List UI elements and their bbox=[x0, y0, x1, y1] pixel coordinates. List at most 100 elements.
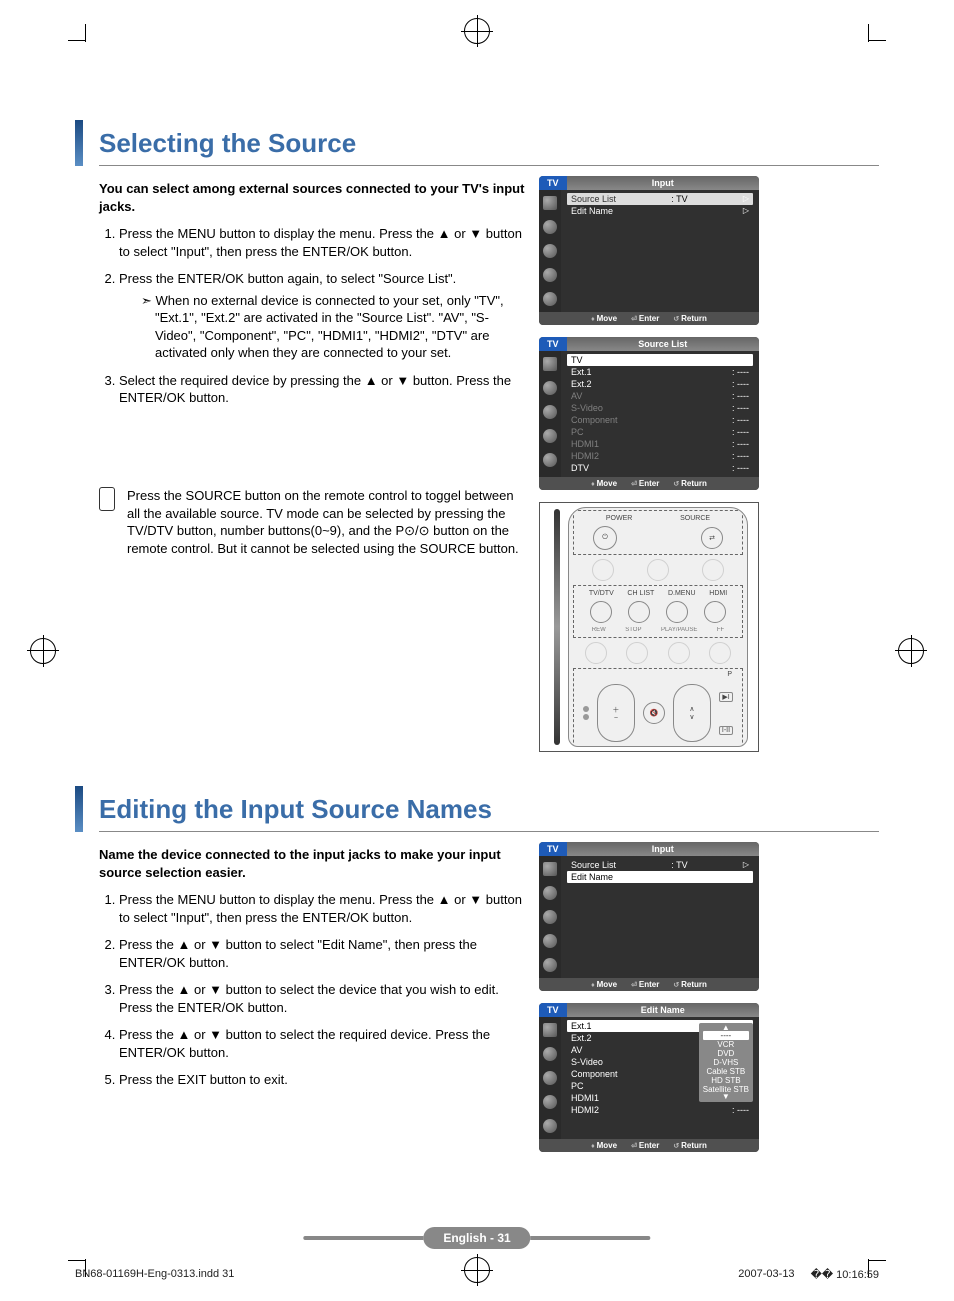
osd-row: S-Video: ---- bbox=[567, 402, 753, 414]
osd-category-icon bbox=[543, 429, 557, 443]
osd-category-icon bbox=[543, 958, 557, 972]
osd-category-icon bbox=[543, 196, 557, 210]
osd-title: Edit Name bbox=[567, 1005, 759, 1015]
osd-row: HDMI2: ---- bbox=[567, 1104, 753, 1116]
osd-row: AV: ---- bbox=[567, 390, 753, 402]
step-item: Press the MENU button to display the men… bbox=[119, 225, 529, 260]
osd-option-item: VCR bbox=[703, 1040, 749, 1049]
osd-row: Edit Name ▷ bbox=[567, 871, 753, 883]
osd-category-icon bbox=[543, 1119, 557, 1133]
hdmi-button-icon bbox=[704, 601, 726, 623]
osd-footer: Move Enter Return bbox=[539, 1139, 759, 1152]
osd-option-item: Cable STB bbox=[703, 1067, 749, 1076]
osd-title: Source List bbox=[567, 339, 759, 349]
osd-category-icon bbox=[543, 1071, 557, 1085]
osd-category-icon bbox=[543, 357, 557, 371]
osd-category-icon bbox=[543, 1047, 557, 1061]
source-icon: ⇄ bbox=[701, 527, 723, 549]
registration-mark-icon bbox=[464, 18, 490, 44]
remote-label-source: SOURCE bbox=[680, 515, 710, 522]
osd-option-item: DVD bbox=[703, 1049, 749, 1058]
osd-tab: TV bbox=[539, 337, 567, 351]
osd-input-panel: TV Input Source List bbox=[539, 842, 759, 991]
osd-title: Input bbox=[567, 844, 759, 854]
osd-option-item: D-VHS bbox=[703, 1058, 749, 1067]
osd-options-popup: ▲ ----VCRDVDD-VHSCable STBHD STBSatellit… bbox=[699, 1023, 753, 1102]
osd-tab: TV bbox=[539, 176, 567, 190]
osd-row: Ext.1: ---- bbox=[567, 366, 753, 378]
osd-category-icon bbox=[543, 886, 557, 900]
osd-option-item: HD STB bbox=[703, 1076, 749, 1085]
osd-row: Ext.2: ---- bbox=[567, 378, 753, 390]
remote-label-chlist: CH LIST bbox=[627, 590, 654, 597]
remote-tip: Press the SOURCE button on the remote co… bbox=[99, 487, 529, 557]
osd-category-icon bbox=[543, 292, 557, 306]
page-number-label: English - 31 bbox=[423, 1227, 530, 1249]
osd-category-icon bbox=[543, 220, 557, 234]
section-title: Selecting the Source bbox=[99, 120, 879, 166]
remote-icon bbox=[99, 487, 115, 511]
step-item: Press the ▲ or ▼ button to select the de… bbox=[119, 981, 529, 1016]
step-item: Press the ENTER/OK button again, to sele… bbox=[119, 270, 529, 362]
header-accent-bar bbox=[75, 120, 83, 166]
osd-row: HDMI2: ---- bbox=[567, 450, 753, 462]
chevron-down-icon: ▼ bbox=[703, 1094, 749, 1100]
osd-footer: Move Enter Return bbox=[539, 312, 759, 325]
dmenu-button-icon bbox=[666, 601, 688, 623]
tvdtv-button-icon bbox=[590, 601, 612, 623]
osd-category-icon bbox=[543, 405, 557, 419]
osd-row: Source List : TV ▷ bbox=[567, 859, 753, 871]
registration-mark-icon bbox=[30, 638, 56, 664]
osd-category-icon bbox=[543, 244, 557, 258]
steps-list: Press the MENU button to display the men… bbox=[99, 225, 529, 407]
registration-mark-icon bbox=[898, 638, 924, 664]
osd-row: TV bbox=[567, 354, 753, 366]
chlist-button-icon bbox=[628, 601, 650, 623]
osd-category-icon bbox=[543, 910, 557, 924]
osd-title: Input bbox=[567, 178, 759, 188]
power-icon: ⏻ bbox=[593, 526, 617, 550]
section-title: Editing the Input Source Names bbox=[99, 786, 879, 832]
osd-row: DTV: ---- bbox=[567, 462, 753, 474]
remote-control-figure: POWER SOURCE ⏻ ⇄ TV/ bbox=[539, 502, 759, 752]
osd-category-icon bbox=[543, 862, 557, 876]
osd-row: Edit Name ▷ bbox=[567, 205, 753, 217]
remote-label-hdmi: HDMI bbox=[709, 590, 727, 597]
mute-icon: 🔇 bbox=[643, 702, 665, 724]
osd-category-icon bbox=[543, 1023, 557, 1037]
osd-footer: Move Enter Return bbox=[539, 978, 759, 991]
osd-category-icon bbox=[543, 1095, 557, 1109]
osd-footer: Move Enter Return bbox=[539, 477, 759, 490]
osd-category-icon bbox=[543, 381, 557, 395]
remote-label-tvdtv: TV/DTV bbox=[589, 590, 614, 597]
step-item: Press the EXIT button to exit. bbox=[119, 1071, 529, 1089]
osd-row: HDMI1: ---- bbox=[567, 438, 753, 450]
osd-category-icon bbox=[543, 268, 557, 282]
steps-list: Press the MENU button to display the men… bbox=[99, 891, 529, 1089]
step-item: Press the ▲ or ▼ button to select "Edit … bbox=[119, 936, 529, 971]
step-item: Select the required device by pressing t… bbox=[119, 372, 529, 407]
channel-rocker-icon: ∧∨ bbox=[673, 684, 711, 742]
osd-category-icon bbox=[543, 934, 557, 948]
volume-rocker-icon: ＋− bbox=[597, 684, 635, 742]
step-item: Press the MENU button to display the men… bbox=[119, 891, 529, 926]
remote-label-power: POWER bbox=[606, 515, 632, 522]
section-intro: You can select among external sources co… bbox=[99, 180, 529, 215]
osd-row: Component: ---- bbox=[567, 414, 753, 426]
osd-row: PC: ---- bbox=[567, 426, 753, 438]
header-accent-bar bbox=[75, 786, 83, 832]
osd-option-item: ---- bbox=[703, 1031, 749, 1040]
osd-category-icon bbox=[543, 453, 557, 467]
step-item: Press the ▲ or ▼ button to select the re… bbox=[119, 1026, 529, 1061]
indesign-footer: BN68-01169H-Eng-0313.indd 31 2007-03-13 … bbox=[75, 1268, 879, 1281]
osd-input-panel: TV Input Source List bbox=[539, 176, 759, 325]
osd-editname-panel: TV Edit Name Ext.1: ----Ext.2: ----AV: -… bbox=[539, 1003, 759, 1152]
osd-row: Source List : TV ▷ bbox=[567, 193, 753, 205]
osd-tab: TV bbox=[539, 1003, 567, 1017]
osd-sourcelist-panel: TV Source List TVExt.1: ----Ext.2: ----A… bbox=[539, 337, 759, 490]
osd-tab: TV bbox=[539, 842, 567, 856]
page-footer: English - 31 bbox=[303, 1227, 650, 1249]
section-intro: Name the device connected to the input j… bbox=[99, 846, 529, 881]
remote-label-dmenu: D.MENU bbox=[668, 590, 696, 597]
step-note: When no external device is connected to … bbox=[141, 292, 529, 362]
